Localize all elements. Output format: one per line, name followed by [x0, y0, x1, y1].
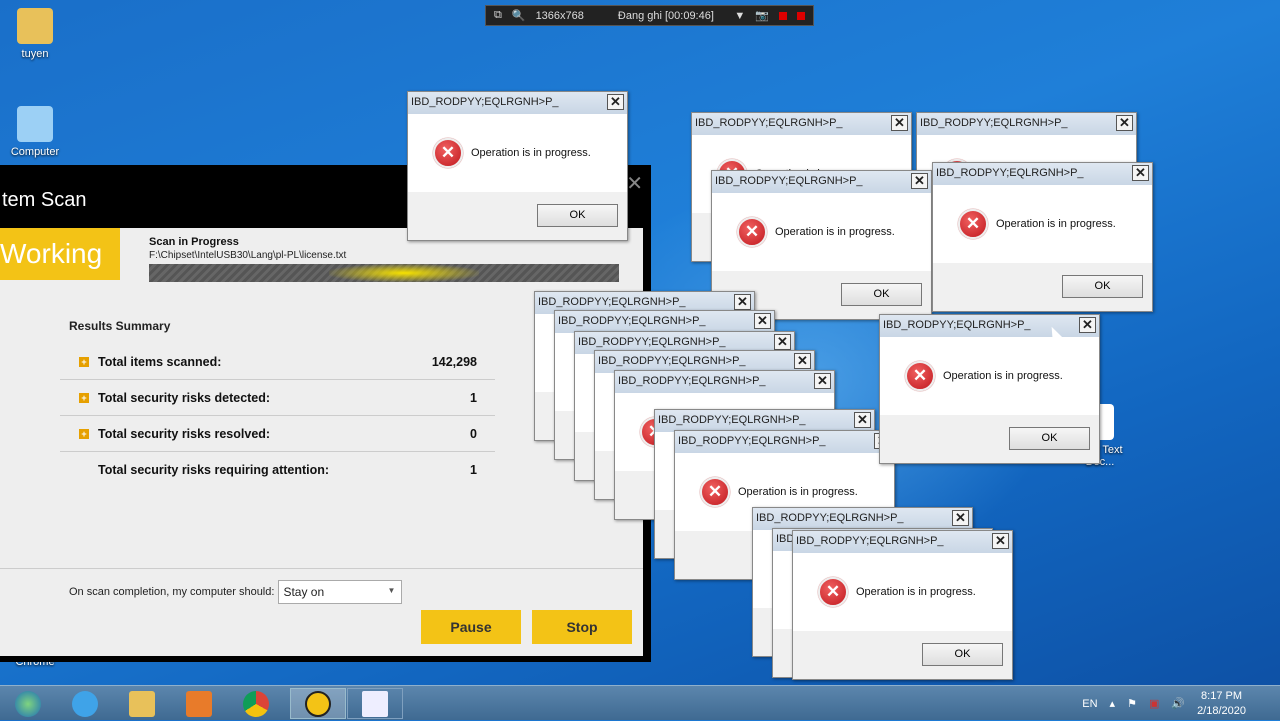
globe-icon	[305, 690, 331, 717]
results-title: Results Summary	[69, 319, 171, 333]
close-button[interactable]: ✕	[952, 510, 969, 526]
dialog-message: Operation is in progress.	[943, 370, 1063, 382]
close-icon[interactable]: ✕	[626, 171, 643, 196]
dialog-titlebar: IBD_RODPYY;EQLRGNH>P_✕	[753, 508, 972, 530]
network-icon[interactable]: ▣	[1149, 697, 1159, 710]
ok-button[interactable]: OK	[1009, 427, 1090, 450]
taskbar: EN ▴ ⚑ ▣ 🔊 8:17 PM 2/18/2020	[0, 685, 1280, 720]
media-player-icon	[186, 690, 212, 717]
desktop-icon-tuyen[interactable]: tuyen	[0, 8, 70, 60]
close-button[interactable]: ✕	[911, 173, 928, 189]
dialog-message: Operation is in progress.	[471, 147, 591, 159]
close-button[interactable]: ✕	[992, 533, 1009, 549]
ok-button[interactable]: OK	[1062, 275, 1143, 298]
chrome-icon	[243, 690, 269, 717]
clock[interactable]: 8:17 PM 2/18/2020	[1197, 689, 1246, 719]
close-button[interactable]: ✕	[754, 313, 771, 329]
dialog-titlebar: IBD_RODPYY;EQLRGNH>P_✕	[880, 315, 1099, 337]
error-dialog: IBD_RODPYY;EQLRGNH>P_✕✕Operation is in p…	[932, 162, 1153, 312]
expand-icon[interactable]: +	[79, 392, 89, 403]
screen-recorder-bar: ⧉ 🔍 1366x768 Đang ghi [00:09:46] ▼ 📷	[485, 5, 814, 26]
error-icon: ✕	[818, 577, 848, 607]
pause-record-icon[interactable]	[779, 11, 787, 20]
dialog-titlebar: IBD_RODPYY;EQLRGNH>P_✕	[933, 163, 1152, 185]
action-center-flag-icon[interactable]: ⚑	[1127, 697, 1137, 710]
close-button[interactable]: ✕	[607, 94, 624, 110]
window-icon[interactable]: ⧉	[494, 9, 502, 22]
dropdown-icon[interactable]: ▼	[734, 10, 745, 22]
taskbar-media[interactable]	[171, 688, 227, 719]
close-button[interactable]: ✕	[734, 294, 751, 310]
close-button[interactable]: ✕	[774, 334, 791, 350]
dialog-titlebar: IBD_RODPYY;EQLRGNH>P_✕	[692, 113, 911, 135]
language-indicator[interactable]: EN	[1082, 698, 1097, 710]
system-tray: EN ▴ ⚑ ▣ 🔊 8:17 PM 2/18/2020	[1082, 686, 1280, 721]
volume-icon[interactable]: 🔊	[1171, 697, 1185, 710]
start-button[interactable]	[0, 688, 56, 719]
dialog-message: Operation is in progress.	[738, 486, 858, 498]
taskbar-scan-app[interactable]	[290, 688, 346, 719]
taskbar-ie[interactable]	[57, 688, 113, 719]
show-hidden-icons[interactable]: ▴	[1110, 697, 1116, 710]
dialog-titlebar: IBD_RODPYY;EQLRGNH>P_✕	[555, 311, 774, 333]
ok-button[interactable]: OK	[841, 283, 922, 306]
error-icon: ✕	[737, 217, 767, 247]
pause-button[interactable]: Pause	[421, 610, 521, 644]
close-button[interactable]: ✕	[1079, 317, 1096, 333]
computer-icon	[17, 106, 53, 142]
close-button[interactable]: ✕	[794, 353, 811, 369]
completion-select[interactable]: Stay on	[278, 580, 403, 604]
close-button[interactable]: ✕	[891, 115, 908, 131]
dialog-titlebar: IBD_RODPYY;EQLRGNH>P_✕	[793, 531, 1012, 553]
ok-button[interactable]: OK	[922, 643, 1003, 666]
recording-status: Đang ghi [00:09:46]	[617, 9, 714, 22]
close-button[interactable]: ✕	[1132, 165, 1149, 181]
dialog-message: Operation is in progress.	[775, 226, 895, 238]
ok-button[interactable]: OK	[537, 204, 618, 227]
error-icon: ✕	[905, 361, 935, 391]
error-icon: ✕	[433, 138, 463, 168]
divider	[0, 568, 643, 569]
expand-icon[interactable]: +	[79, 356, 89, 367]
completion-label: On scan completion, my computer should:	[69, 586, 275, 598]
taskbar-chrome[interactable]	[228, 688, 284, 719]
internet-explorer-icon	[72, 690, 98, 717]
folder-icon	[129, 690, 155, 717]
dialog-message: Operation is in progress.	[856, 586, 976, 598]
close-button[interactable]: ✕	[1116, 115, 1133, 131]
error-dialog: IBD_RODPYY;EQLRGNH>P_✕✕Operation is in p…	[407, 91, 628, 241]
scan-state-badge: Working	[0, 228, 120, 280]
stop-record-icon[interactable]	[797, 11, 805, 20]
error-icon: ✕	[700, 477, 730, 507]
document-icon	[362, 690, 388, 717]
desktop-icon-computer[interactable]: Computer	[0, 106, 70, 158]
zoom-icon[interactable]: 🔍	[512, 9, 526, 22]
dialog-titlebar: IBD_RODPYY;EQLRGNH>P_✕	[712, 171, 931, 193]
expand-icon[interactable]: +	[79, 428, 89, 439]
close-button[interactable]: ✕	[814, 373, 831, 389]
taskbar-explorer[interactable]	[114, 688, 170, 719]
dialog-titlebar: IBD_RODPYY;EQLRGNH>P_✕	[408, 92, 627, 114]
close-button[interactable]: ✕	[854, 412, 871, 428]
error-icon: ✕	[958, 209, 988, 239]
taskbar-document[interactable]	[347, 688, 403, 719]
result-row: Total security risks requiring attention…	[98, 463, 477, 477]
camera-icon[interactable]: 📷	[755, 9, 769, 22]
scan-progress-bar	[149, 264, 619, 282]
result-row[interactable]: + Total security risks detected: 1	[60, 380, 495, 416]
progress-label: Scan in Progress	[149, 236, 239, 248]
dialog-titlebar: IBD_RODPYY;EQLRGNH>P_✕	[615, 371, 834, 393]
error-dialog: IBD_RODPYY;EQLRGNH>P_✕✕Operation is in p…	[879, 314, 1100, 464]
result-row[interactable]: + Total security risks resolved: 0	[60, 416, 495, 452]
dialog-message: Operation is in progress.	[996, 218, 1116, 230]
dialog-titlebar: IBD_RODPYY;EQLRGNH>P_✕	[917, 113, 1136, 135]
dialog-titlebar: IBD_RODPYY;EQLRGNH>P_✕	[675, 431, 894, 453]
dialog-titlebar: IBD_RODPYY;EQLRGNH>P_✕	[655, 410, 874, 432]
folder-icon	[17, 8, 53, 44]
error-dialog: IBD_RODPYY;EQLRGNH>P_✕✕Operation is in p…	[792, 530, 1013, 680]
stop-button[interactable]: Stop	[532, 610, 632, 644]
result-row[interactable]: + Total items scanned: 142,298	[60, 344, 495, 380]
current-file: F:\Chipset\IntelUSB30\Lang\pl-PL\license…	[149, 250, 347, 261]
